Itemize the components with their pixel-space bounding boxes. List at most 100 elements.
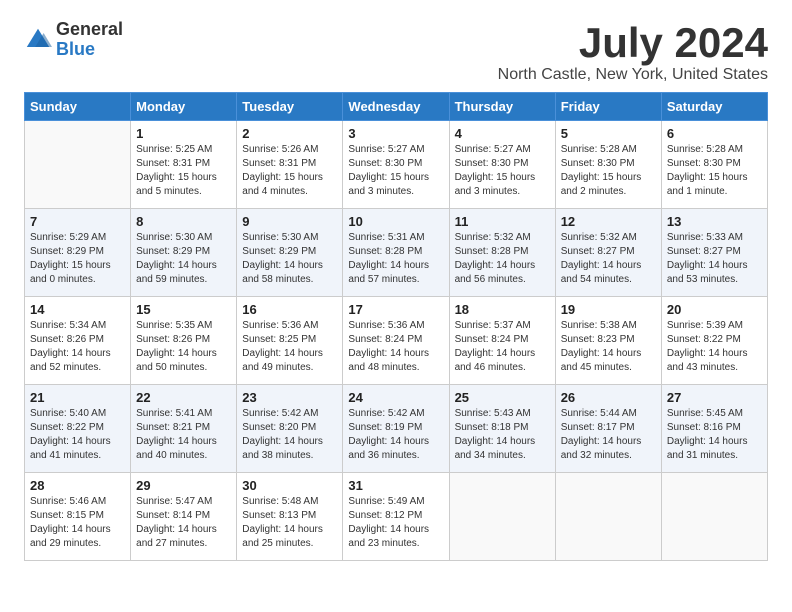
day-content: Sunrise: 5:27 AM Sunset: 8:30 PM Dayligh… — [455, 143, 550, 199]
day-content: Sunrise: 5:32 AM Sunset: 8:27 PM Dayligh… — [561, 231, 656, 287]
day-content: Sunrise: 5:48 AM Sunset: 8:13 PM Dayligh… — [242, 495, 337, 551]
day-content: Sunrise: 5:33 AM Sunset: 8:27 PM Dayligh… — [667, 231, 762, 287]
calendar-cell: 8Sunrise: 5:30 AM Sunset: 8:29 PM Daylig… — [131, 209, 237, 297]
day-content: Sunrise: 5:30 AM Sunset: 8:29 PM Dayligh… — [242, 231, 337, 287]
day-content: Sunrise: 5:25 AM Sunset: 8:31 PM Dayligh… — [136, 143, 231, 199]
weekday-header-sunday: Sunday — [25, 93, 131, 121]
day-number: 26 — [561, 390, 656, 405]
day-content: Sunrise: 5:27 AM Sunset: 8:30 PM Dayligh… — [348, 143, 443, 199]
day-content: Sunrise: 5:47 AM Sunset: 8:14 PM Dayligh… — [136, 495, 231, 551]
day-content: Sunrise: 5:46 AM Sunset: 8:15 PM Dayligh… — [30, 495, 125, 551]
calendar-cell: 7 Sunrise: 5:29 AM Sunset: 8:29 PM Daylig… — [25, 209, 131, 297]
logo-blue: Blue — [56, 39, 95, 59]
title-block: July 2024 North Castle, New York, United… — [498, 20, 768, 84]
logo-general: General — [56, 19, 123, 39]
day-content: Sunrise: 5:45 AM Sunset: 8:16 PM Dayligh… — [667, 407, 762, 463]
day-content: Sunrise: 5:29 AM Sunset: 8:29 PM Dayligh… — [30, 231, 125, 287]
day-content: Sunrise: 5:40 AM Sunset: 8:22 PM Dayligh… — [30, 407, 125, 463]
calendar-cell: 1 Sunrise: 5:25 AM Sunset: 8:31 PM Daylig… — [131, 121, 237, 209]
day-number: 20 — [667, 302, 762, 317]
calendar-cell: 26 Sunrise: 5:44 AM Sunset: 8:17 PM Dayli… — [555, 385, 661, 473]
day-number: 24 — [348, 390, 443, 405]
day-number: 3 — [348, 126, 443, 141]
day-number: 25 — [455, 390, 550, 405]
day-number: 29 — [136, 478, 231, 493]
day-content: Sunrise: 5:39 AM Sunset: 8:22 PM Dayligh… — [667, 319, 762, 375]
day-content: Sunrise: 5:34 AM Sunset: 8:26 PM Dayligh… — [30, 319, 125, 375]
day-content: Sunrise: 5:43 AM Sunset: 8:18 PM Dayligh… — [455, 407, 550, 463]
calendar-cell: 16 Sunrise: 5:36 AM Sunset: 8:25 PM Dayli… — [237, 297, 343, 385]
calendar-cell: 13 Sunrise: 5:33 AM Sunset: 8:27 PM Dayli… — [661, 209, 767, 297]
day-number: 2 — [242, 126, 337, 141]
calendar-cell: 17 Sunrise: 5:36 AM Sunset: 8:24 PM Dayli… — [343, 297, 449, 385]
calendar-cell: 22Sunrise: 5:41 AM Sunset: 8:21 PM Dayli… — [131, 385, 237, 473]
calendar-cell: 18Sunrise: 5:37 AM Sunset: 8:24 PM Dayli… — [449, 297, 555, 385]
day-number: 12 — [561, 214, 656, 229]
day-number: 1 — [136, 126, 231, 141]
day-content: Sunrise: 5:42 AM Sunset: 8:20 PM Dayligh… — [242, 407, 337, 463]
calendar-cell: 27 Sunrise: 5:45 AM Sunset: 8:16 PM Dayli… — [661, 385, 767, 473]
day-content: Sunrise: 5:28 AM Sunset: 8:30 PM Dayligh… — [561, 143, 656, 199]
calendar-cell: 4 Sunrise: 5:27 AM Sunset: 8:30 PM Daylig… — [449, 121, 555, 209]
calendar-cell: 12 Sunrise: 5:32 AM Sunset: 8:27 PM Dayli… — [555, 209, 661, 297]
calendar-cell — [449, 473, 555, 561]
weekday-header-monday: Monday — [131, 93, 237, 121]
calendar-cell — [661, 473, 767, 561]
calendar-week-row: 28 Sunrise: 5:46 AM Sunset: 8:15 PM Dayli… — [25, 473, 768, 561]
day-content: Sunrise: 5:36 AM Sunset: 8:24 PM Dayligh… — [348, 319, 443, 375]
day-number: 10 — [348, 214, 443, 229]
header: General Blue July 2024 North Castle, New… — [24, 20, 768, 84]
calendar-cell: 19Sunrise: 5:38 AM Sunset: 8:23 PM Dayli… — [555, 297, 661, 385]
calendar-cell: 21 Sunrise: 5:40 AM Sunset: 8:22 PM Dayli… — [25, 385, 131, 473]
calendar-week-row: 14 Sunrise: 5:34 AM Sunset: 8:26 PM Dayli… — [25, 297, 768, 385]
month-title: July 2024 — [498, 20, 768, 66]
calendar-week-row: 7 Sunrise: 5:29 AM Sunset: 8:29 PM Daylig… — [25, 209, 768, 297]
calendar-cell: 25 Sunrise: 5:43 AM Sunset: 8:18 PM Dayli… — [449, 385, 555, 473]
logo-icon — [24, 26, 52, 54]
day-number: 6 — [667, 126, 762, 141]
calendar-cell: 23Sunrise: 5:42 AM Sunset: 8:20 PM Dayli… — [237, 385, 343, 473]
weekday-header-saturday: Saturday — [661, 93, 767, 121]
calendar-cell: 14 Sunrise: 5:34 AM Sunset: 8:26 PM Dayli… — [25, 297, 131, 385]
day-content: Sunrise: 5:49 AM Sunset: 8:12 PM Dayligh… — [348, 495, 443, 551]
day-number: 18 — [455, 302, 550, 317]
calendar-cell — [555, 473, 661, 561]
day-number: 13 — [667, 214, 762, 229]
calendar-week-row: 1 Sunrise: 5:25 AM Sunset: 8:31 PM Daylig… — [25, 121, 768, 209]
day-content: Sunrise: 5:35 AM Sunset: 8:26 PM Dayligh… — [136, 319, 231, 375]
day-number: 17 — [348, 302, 443, 317]
day-number: 16 — [242, 302, 337, 317]
day-number: 14 — [30, 302, 125, 317]
calendar-cell: 30 Sunrise: 5:48 AM Sunset: 8:13 PM Dayli… — [237, 473, 343, 561]
day-number: 28 — [30, 478, 125, 493]
weekday-header-tuesday: Tuesday — [237, 93, 343, 121]
day-content: Sunrise: 5:38 AM Sunset: 8:23 PM Dayligh… — [561, 319, 656, 375]
day-content: Sunrise: 5:31 AM Sunset: 8:28 PM Dayligh… — [348, 231, 443, 287]
logo-text: General Blue — [56, 20, 123, 60]
calendar-table: SundayMondayTuesdayWednesdayThursdayFrid… — [24, 92, 768, 561]
day-number: 11 — [455, 214, 550, 229]
day-number: 21 — [30, 390, 125, 405]
weekday-header-friday: Friday — [555, 93, 661, 121]
calendar-cell: 20 Sunrise: 5:39 AM Sunset: 8:22 PM Dayli… — [661, 297, 767, 385]
calendar-cell: 15 Sunrise: 5:35 AM Sunset: 8:26 PM Dayli… — [131, 297, 237, 385]
calendar-cell: 31Sunrise: 5:49 AM Sunset: 8:12 PM Dayli… — [343, 473, 449, 561]
day-number: 4 — [455, 126, 550, 141]
weekday-header-wednesday: Wednesday — [343, 93, 449, 121]
day-number: 9 — [242, 214, 337, 229]
day-content: Sunrise: 5:44 AM Sunset: 8:17 PM Dayligh… — [561, 407, 656, 463]
day-content: Sunrise: 5:36 AM Sunset: 8:25 PM Dayligh… — [242, 319, 337, 375]
calendar-cell: 10 Sunrise: 5:31 AM Sunset: 8:28 PM Dayli… — [343, 209, 449, 297]
day-content: Sunrise: 5:30 AM Sunset: 8:29 PM Dayligh… — [136, 231, 231, 287]
day-number: 30 — [242, 478, 337, 493]
calendar-cell: 11 Sunrise: 5:32 AM Sunset: 8:28 PM Dayli… — [449, 209, 555, 297]
day-number: 27 — [667, 390, 762, 405]
calendar-cell: 6Sunrise: 5:28 AM Sunset: 8:30 PM Daylig… — [661, 121, 767, 209]
day-number: 7 — [30, 214, 125, 229]
day-number: 22 — [136, 390, 231, 405]
weekday-header-row: SundayMondayTuesdayWednesdayThursdayFrid… — [25, 93, 768, 121]
location-title: North Castle, New York, United States — [498, 66, 768, 84]
calendar-cell — [25, 121, 131, 209]
day-content: Sunrise: 5:32 AM Sunset: 8:28 PM Dayligh… — [455, 231, 550, 287]
day-number: 15 — [136, 302, 231, 317]
